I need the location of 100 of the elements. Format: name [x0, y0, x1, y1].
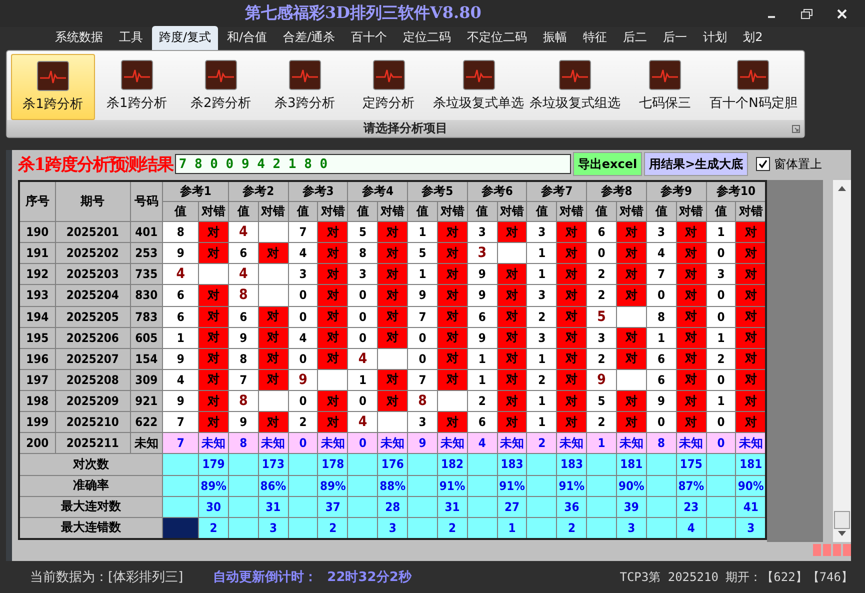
table-cell: 1: [467, 369, 498, 390]
table-cell: 对: [378, 284, 408, 306]
table-cell: 2025206: [55, 327, 130, 348]
table-cell: 未知: [497, 432, 527, 454]
scroll-thumb[interactable]: [834, 511, 850, 529]
column-header: 序号: [19, 181, 56, 222]
menu-tab[interactable]: 后二: [616, 26, 654, 50]
countdown-text: 22时32分2秒: [327, 569, 412, 586]
menu-tab[interactable]: 特征: [576, 26, 614, 50]
table-cell: 对: [676, 242, 706, 264]
table-cell: 31: [437, 496, 468, 518]
table-cell: 3: [706, 264, 736, 285]
scrollbar[interactable]: [833, 180, 851, 542]
table-cell: 9: [288, 369, 318, 390]
table-cell: 未知: [556, 432, 587, 454]
pulse-chart-icon: [737, 60, 770, 90]
menu-tab[interactable]: 计划: [696, 26, 734, 50]
table-cell: 2: [318, 517, 348, 539]
table-cell: 2: [288, 412, 318, 433]
column-header: 值: [706, 202, 736, 222]
table-cell: 36: [556, 496, 587, 518]
restore-icon[interactable]: [801, 8, 813, 18]
table-cell: 对: [736, 412, 766, 433]
table-cell: 对: [318, 284, 348, 306]
analysis-button[interactable]: 杀垃圾复式组选: [526, 54, 623, 118]
table-cell: 7: [408, 306, 438, 328]
analysis-button[interactable]: 杀2跨分析: [178, 54, 263, 118]
table-cell: 对: [198, 306, 228, 328]
table-cell: 175: [676, 454, 706, 475]
menu-tab[interactable]: 和/合值: [220, 26, 274, 50]
menu-tab[interactable]: 后一: [656, 26, 694, 50]
menu-tab[interactable]: 工具: [112, 26, 150, 50]
generate-button[interactable]: 用结果>生成大底: [644, 152, 748, 176]
table-cell: 对: [556, 412, 587, 433]
table-cell: 对: [556, 306, 587, 328]
selected-cell[interactable]: [162, 517, 199, 539]
table-cell: 2: [586, 284, 616, 306]
menu-tab[interactable]: 定位二码: [396, 26, 458, 50]
table-cell: 对: [497, 327, 527, 348]
menu-tab[interactable]: 合差/通杀: [276, 26, 342, 50]
table-cell: 91%: [437, 475, 468, 496]
table-cell: 9: [228, 412, 258, 433]
table-cell: 0: [706, 284, 736, 306]
table-cell: 对: [497, 412, 527, 433]
table-cell: 未知: [676, 432, 706, 454]
scroll-down-icon[interactable]: [838, 531, 846, 536]
table-cell: 2: [706, 348, 736, 370]
analysis-button[interactable]: 杀1跨分析: [11, 54, 95, 120]
column-header: 值: [646, 202, 676, 222]
table-cell: 2: [467, 390, 498, 412]
table-cell: 对: [616, 222, 646, 243]
table-cell: 4: [288, 327, 318, 348]
row-label: 准确率: [19, 475, 163, 496]
table-cell: 对: [676, 369, 706, 390]
table-cell: 2025203: [55, 264, 130, 285]
table-cell: 1: [408, 222, 438, 243]
column-header: 对错: [258, 202, 288, 222]
table-cell: 0: [288, 432, 318, 454]
result-field[interactable]: 7 8 0 0 9 4 2 1 8 0: [174, 154, 571, 174]
table-cell: 对: [258, 369, 288, 390]
menu-tab[interactable]: 不定位二码: [460, 26, 534, 50]
table-cell: 1: [526, 412, 557, 433]
table-cell: 5: [408, 242, 438, 264]
table-cell: 6: [646, 348, 676, 370]
table-cell: 2: [198, 517, 228, 539]
analysis-button[interactable]: 七码保三: [622, 54, 707, 118]
menu-tab[interactable]: 划2: [736, 26, 770, 50]
table-cell: 对: [318, 348, 348, 370]
scroll-up-icon[interactable]: [838, 186, 846, 191]
table-cell: 对: [676, 264, 706, 285]
table-cell: 未知: [258, 432, 288, 454]
table-cell: 0: [288, 348, 318, 370]
export-button[interactable]: 导出excel: [572, 152, 642, 176]
menu-tab[interactable]: 振幅: [536, 26, 574, 50]
table-cell: 8: [348, 242, 378, 264]
expand-icon[interactable]: [792, 125, 800, 133]
menu-tab[interactable]: 百十个: [344, 26, 394, 50]
menu-tab[interactable]: 系统数据: [48, 26, 110, 50]
checkbox[interactable]: [756, 157, 770, 171]
column-header: 参考2: [228, 181, 288, 202]
table-cell: 8: [228, 390, 258, 412]
table-cell: 9: [586, 369, 616, 390]
table-cell: 2025201: [55, 222, 130, 243]
table-cell: 2025204: [55, 284, 130, 306]
analysis-button[interactable]: 杀3跨分析: [262, 54, 347, 118]
close-icon[interactable]: [837, 8, 847, 18]
analysis-button[interactable]: 杀垃圾复式单选: [430, 54, 527, 118]
table-cell: 183: [497, 454, 527, 475]
menu-tab[interactable]: 跨度/复式: [152, 26, 218, 50]
column-header: 参考6: [467, 181, 527, 202]
analysis-button[interactable]: 百十个N码定胆: [706, 54, 800, 118]
analysis-button[interactable]: 杀1跨分析: [94, 54, 179, 118]
table-cell: 309: [130, 369, 163, 390]
analysis-button[interactable]: 定跨分析: [346, 54, 431, 118]
row-label: 对次数: [19, 454, 163, 475]
table-cell: 622: [130, 412, 163, 433]
table-cell: 9: [162, 348, 199, 370]
table-cell: 9: [162, 242, 199, 264]
table-cell: 31: [258, 496, 288, 518]
table-cell: 2025205: [55, 306, 130, 328]
